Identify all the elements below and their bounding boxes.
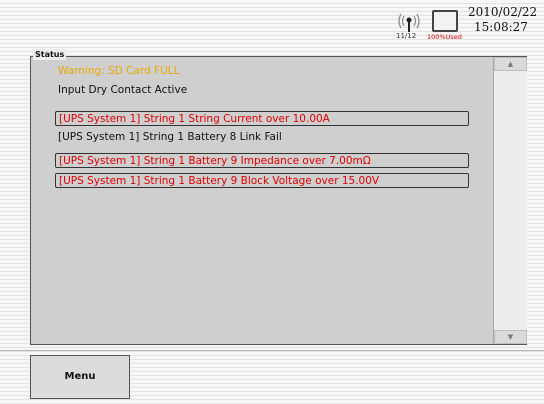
status-item-dry-contact[interactable]: Input Dry Contact Active [55, 83, 315, 98]
status-item-text: [UPS System 1] String 1 Battery 9 Block … [59, 175, 380, 187]
status-item-text: Input Dry Contact Active [58, 84, 188, 96]
status-item-impedance[interactable]: [UPS System 1] String 1 Battery 9 Impeda… [55, 153, 469, 168]
status-item-link-fail[interactable]: [UPS System 1] String 1 Battery 8 Link F… [55, 130, 469, 145]
status-item-text: [UPS System 1] String 1 String Current o… [59, 113, 330, 125]
menu-button[interactable]: Menu [30, 355, 130, 399]
scroll-up-button[interactable]: ▲ [494, 57, 527, 71]
arrow-down-icon: ▼ [507, 333, 514, 341]
arrow-up-icon: ▲ [507, 60, 514, 68]
sd-card-icon [432, 10, 458, 32]
status-panel-label: Status [33, 49, 67, 60]
status-item-string-current[interactable]: [UPS System 1] String 1 String Current o… [55, 111, 469, 126]
status-item-block-voltage[interactable]: [UPS System 1] String 1 Battery 9 Block … [55, 173, 469, 188]
status-item-text: Warning: SD Card FULL [58, 65, 180, 77]
time-display: 15:08:27 [474, 20, 528, 34]
bottom-divider [0, 350, 544, 351]
signal-count: 11/12 [396, 32, 417, 40]
scroll-down-button[interactable]: ▼ [494, 330, 527, 344]
status-item-text: [UPS System 1] String 1 Battery 9 Impeda… [59, 155, 371, 167]
status-item-sd-warning[interactable]: Warning: SD Card FULL [55, 64, 315, 79]
sd-usage-text: 100%Used [427, 33, 462, 41]
status-item-text: [UPS System 1] String 1 Battery 8 Link F… [58, 131, 282, 143]
status-scrollbar[interactable]: ▲ ▼ [493, 57, 527, 344]
date-display: 2010/02/22 [468, 5, 538, 19]
status-panel [30, 56, 527, 345]
